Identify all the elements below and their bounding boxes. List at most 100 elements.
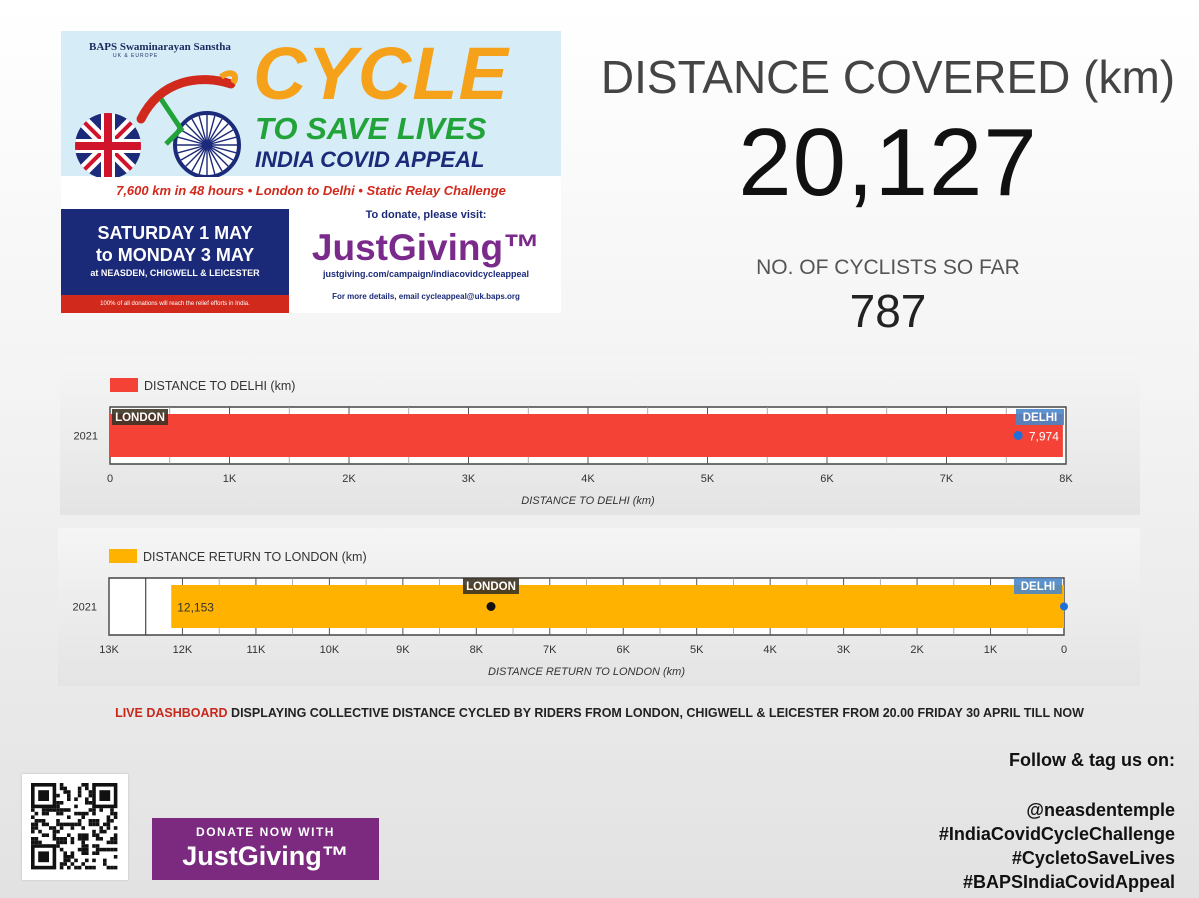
org-name: BAPS Swaminarayan Sanstha xyxy=(89,41,231,53)
qr-module xyxy=(103,829,107,834)
qr-module xyxy=(85,801,89,805)
qr-module xyxy=(81,811,85,816)
qr-module xyxy=(67,822,71,827)
x-axis-title: DISTANCE RETURN TO LONDON (km) xyxy=(488,666,685,678)
qr-module xyxy=(103,822,107,827)
qr-module xyxy=(113,826,118,830)
qr-module xyxy=(67,790,71,794)
legend-swatch xyxy=(109,549,137,563)
banner-dates-box: SATURDAY 1 MAY to MONDAY 3 MAY at NEASDE… xyxy=(61,209,289,295)
banner-title-appeal: INDIA COVID APPEAL xyxy=(255,147,485,172)
x-tick-label: 5K xyxy=(701,473,715,485)
qr-module xyxy=(113,847,118,852)
x-axis-title: DISTANCE TO DELHI (km) xyxy=(521,495,655,507)
tag-indiacovidcyclechallenge[interactable]: #IndiaCovidCycleChallenge xyxy=(939,822,1175,846)
x-tick-label: 7K xyxy=(543,644,557,656)
qr-module xyxy=(99,837,103,841)
qr-module xyxy=(59,783,64,787)
tag-bapsindiacovidappeal[interactable]: #BAPSIndiaCovidAppeal xyxy=(939,870,1175,894)
qr-module xyxy=(110,811,114,816)
qr-module xyxy=(106,819,111,823)
qr-module xyxy=(70,855,75,859)
qr-module xyxy=(92,865,96,870)
qr-module xyxy=(77,847,82,852)
banner-title-to-save-lives: TO SAVE LIVES xyxy=(255,111,487,146)
tag-neasdentemple[interactable]: @neasdentemple xyxy=(939,798,1175,822)
donation-url[interactable]: justgiving.com/campaign/indiacovidcyclea… xyxy=(291,269,561,279)
qr-module xyxy=(99,826,103,830)
qr-module xyxy=(31,815,35,819)
qr-module xyxy=(45,833,49,837)
qr-module xyxy=(70,840,75,845)
qr-module xyxy=(88,819,93,823)
qr-module xyxy=(106,826,111,830)
x-tick-label: 3K xyxy=(837,644,851,656)
qr-module xyxy=(59,862,64,866)
qr-module xyxy=(52,837,57,841)
qr-module xyxy=(59,808,64,812)
qr-module xyxy=(85,851,89,855)
qr-module xyxy=(56,811,60,816)
qr-module xyxy=(63,840,67,845)
distance-to-delhi-chart: DISTANCE TO DELHI (km) 0 1K 2K 3K 4K 5K 6K 7K 8K 2… xyxy=(74,378,1073,507)
qr-module xyxy=(85,783,89,787)
qr-module xyxy=(31,829,35,834)
qr-module xyxy=(95,844,100,848)
tag-cycletosavelives[interactable]: #CycletoSaveLives xyxy=(939,846,1175,870)
x-tick-label: 1K xyxy=(984,644,998,656)
banner-footnote: 100% of all donations will reach the rel… xyxy=(61,295,289,313)
dashboard-caption: LIVE DASHBOARD DISPLAYING COLLECTIVE DIS… xyxy=(0,706,1199,720)
qr-module xyxy=(34,837,39,841)
qr-module xyxy=(81,851,85,855)
qr-module xyxy=(59,865,64,870)
qr-module xyxy=(81,840,85,845)
x-tick-label: 8K xyxy=(470,644,484,656)
qr-module xyxy=(67,833,71,837)
qr-module xyxy=(59,826,64,830)
x-tick-label: 4K xyxy=(581,473,595,485)
qr-module xyxy=(88,822,93,827)
qr-module xyxy=(110,847,114,852)
qr-module xyxy=(85,811,89,816)
qr-module xyxy=(67,855,71,859)
qr-module xyxy=(113,815,118,819)
qr-module xyxy=(88,801,93,805)
qr-module xyxy=(106,840,111,845)
x-tick-label: 11K xyxy=(247,644,266,656)
donate-button-line1: DONATE NOW WITH xyxy=(196,825,335,839)
qr-module xyxy=(56,804,60,809)
campaign-banner: BAPS Swaminarayan Sanstha UK & EUROPE CY… xyxy=(61,31,561,313)
qr-module xyxy=(63,858,67,863)
qr-module xyxy=(77,790,82,794)
legend-label: DISTANCE RETURN TO LONDON (km) xyxy=(143,550,367,564)
legend-label: DISTANCE TO DELHI (km) xyxy=(144,379,295,393)
qr-module xyxy=(85,858,89,863)
qr-module xyxy=(49,826,53,830)
qr-module xyxy=(41,808,46,812)
qr-module xyxy=(81,847,85,852)
qr-module xyxy=(77,786,82,791)
qr-finder-core xyxy=(38,851,49,863)
qr-module xyxy=(59,847,64,852)
banner-title-cycle: CYCLE xyxy=(253,32,509,115)
chart-panel-return-london: DISTANCE RETURN TO LONDON (km) 13K 12K 11K 1… xyxy=(58,528,1140,686)
qr-module xyxy=(77,833,82,837)
qr-module xyxy=(56,793,60,798)
qr-module xyxy=(67,865,71,870)
x-tick-label: 0 xyxy=(1061,644,1067,656)
qr-module xyxy=(95,822,100,827)
qr-module xyxy=(70,826,75,830)
qr-module xyxy=(74,797,78,801)
qr-module xyxy=(77,837,82,841)
qr-module xyxy=(74,858,78,863)
qr-code-icon[interactable] xyxy=(22,774,128,880)
cyclists-label: NO. OF CYCLISTS SO FAR xyxy=(756,256,1020,279)
qr-module xyxy=(99,808,103,812)
donate-now-button[interactable]: DONATE NOW WITH JustGiving™ xyxy=(152,818,379,880)
live-dashboard-label: LIVE DASHBOARD xyxy=(115,706,228,720)
qr-module xyxy=(63,837,67,841)
distance-return-london-chart: DISTANCE RETURN TO LONDON (km) 13K 12K 11K 1… xyxy=(73,549,1068,678)
qr-module xyxy=(34,826,39,830)
qr-module xyxy=(59,822,64,827)
qr-module xyxy=(99,829,103,834)
